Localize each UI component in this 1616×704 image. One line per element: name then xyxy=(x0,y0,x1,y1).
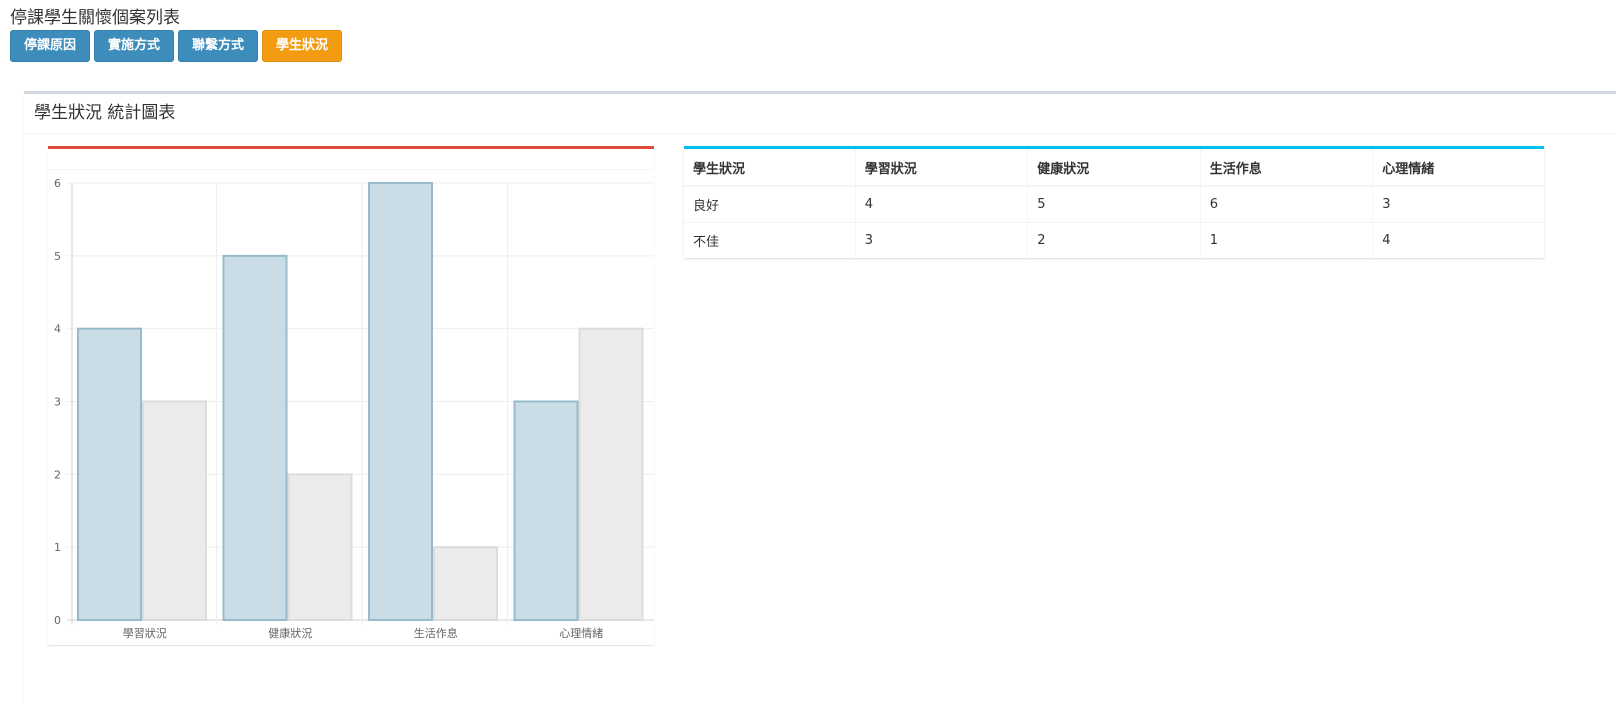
y-tick-label: 4 xyxy=(54,323,61,336)
statistics-panel-header: 學生狀況 統計圖表 xyxy=(24,94,1616,134)
table-cell: 4 xyxy=(855,185,1029,223)
x-tick-label: 學習狀況 xyxy=(123,626,167,640)
table-header-cell: 健康狀況 xyxy=(1027,149,1201,187)
table-cell: 不佳 xyxy=(684,222,856,258)
statistics-panel: 學生狀況 統計圖表 0 1 2 3 4 5 6 學習狀況 健康狀況 生活作息 心理情緒 學生狀況 學… xyxy=(24,91,1616,704)
bar-bad xyxy=(142,400,207,621)
statistics-panel-title: 學生狀況 統計圖表 xyxy=(34,103,176,123)
stats-table-box: 學生狀況 學習狀況 健康狀況 生活作息 心理情緒 良好 4 5 6 3 不佳 3 xyxy=(684,146,1544,258)
x-tick-label: 健康狀況 xyxy=(268,626,312,640)
table-cell: 5 xyxy=(1027,185,1201,223)
table-header-row: 學生狀況 學習狀況 健康狀況 生活作息 心理情緒 xyxy=(684,149,1544,187)
bar-good xyxy=(77,327,142,622)
table-header-cell: 學生狀況 xyxy=(684,149,856,187)
table-cell: 3 xyxy=(1372,185,1544,223)
table-row: 不佳 3 2 1 4 xyxy=(684,222,1544,258)
y-tick-label: 0 xyxy=(54,614,61,627)
y-tick-label: 2 xyxy=(54,468,61,481)
bar-bad xyxy=(578,327,644,622)
bar-chart: 0 1 2 3 4 5 6 學習狀況 健康狀況 生活作息 心理情緒 xyxy=(54,177,654,640)
bar-bad xyxy=(433,546,498,621)
tab-student-status[interactable]: 學生狀況 xyxy=(262,30,343,62)
bar-good xyxy=(368,182,433,621)
y-tick-label: 1 xyxy=(54,541,61,554)
table-header-cell: 生活作息 xyxy=(1200,149,1374,187)
stats-table: 學生狀況 學習狀況 健康狀況 生活作息 心理情緒 良好 4 5 6 3 不佳 3 xyxy=(684,149,1544,258)
table-cell: 良好 xyxy=(684,185,856,223)
bar-good xyxy=(513,400,579,621)
tab-suspension-reason[interactable]: 停課原因 xyxy=(10,30,91,62)
x-tick-label: 生活作息 xyxy=(414,626,458,640)
table-cell: 2 xyxy=(1027,222,1201,258)
y-tick-label: 3 xyxy=(54,396,61,409)
table-cell: 6 xyxy=(1200,185,1374,223)
tab-implementation-method[interactable]: 實施方式 xyxy=(94,30,175,62)
table-header-cell: 心理情緒 xyxy=(1372,149,1544,187)
y-tick-label: 6 xyxy=(54,177,61,190)
y-tick-label: 5 xyxy=(54,250,61,263)
x-tick-label: 心理情緒 xyxy=(559,626,603,640)
tab-bar: 停課原因 實施方式 聯繫方式 學生狀況 xyxy=(10,30,346,62)
table-cell: 3 xyxy=(855,222,1029,258)
table-header-cell: 學習狀況 xyxy=(855,149,1029,187)
bar-good xyxy=(222,254,288,621)
tab-contact-method[interactable]: 聯繫方式 xyxy=(178,30,259,62)
table-cell: 1 xyxy=(1200,222,1374,258)
table-row: 良好 4 5 6 3 xyxy=(684,185,1544,223)
chart-box: 0 1 2 3 4 5 6 學習狀況 健康狀況 生活作息 心理情緒 xyxy=(48,146,654,645)
table-cell: 4 xyxy=(1372,222,1544,258)
bar-bad xyxy=(287,473,353,622)
page-title: 停課學生關懷個案列表 xyxy=(10,8,180,28)
